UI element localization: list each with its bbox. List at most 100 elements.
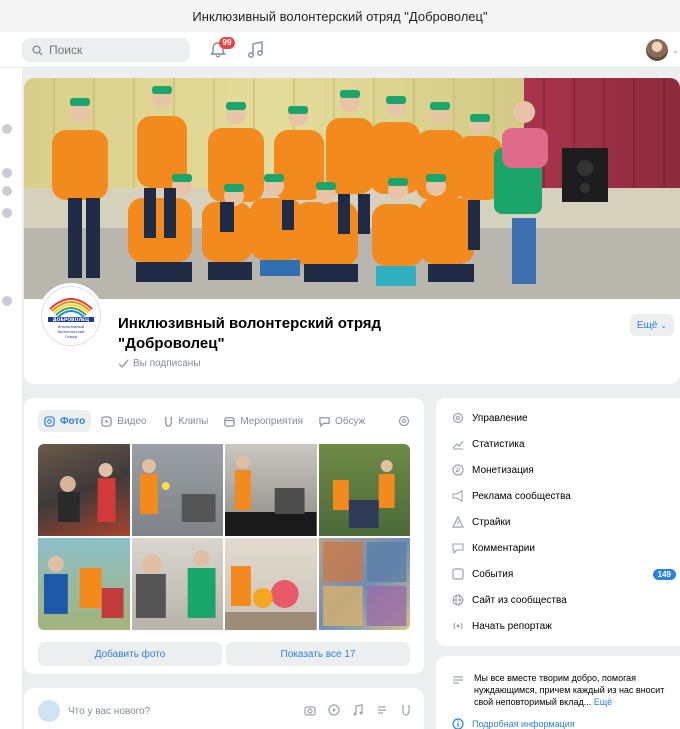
- tab-label: Обсуж: [335, 415, 366, 427]
- more-button[interactable]: Ещё ⌄: [630, 314, 674, 336]
- menu-item-events[interactable]: События 149: [452, 566, 676, 582]
- video-icon: [101, 415, 112, 427]
- comment-icon: [452, 543, 464, 554]
- details-link[interactable]: Подробная информация: [452, 718, 575, 729]
- video-icon[interactable]: [328, 704, 340, 716]
- menu-item-label: Комментарии: [472, 542, 535, 554]
- left-edge: [0, 68, 22, 729]
- stats-icon: [452, 440, 464, 450]
- new-post-card: Что у вас нового?: [24, 688, 424, 729]
- new-post-input[interactable]: Что у вас нового?: [68, 706, 150, 717]
- coin-icon: ₽: [452, 464, 464, 476]
- edge-dot: [2, 168, 12, 178]
- subscribed-label: Вы подписаны: [133, 358, 201, 369]
- edge-dot: [2, 296, 12, 306]
- photo-grid: [38, 444, 410, 630]
- logo-line: Волонтерский: [58, 330, 86, 334]
- top-header: 99 ⌄: [0, 32, 680, 68]
- about-more-link[interactable]: Ещё: [594, 697, 612, 707]
- clips-icon: [164, 416, 172, 427]
- tab-events[interactable]: Мероприятия: [218, 410, 309, 432]
- events-count-badge: 149: [652, 568, 676, 580]
- menu-item-ads[interactable]: Реклама сообщества: [452, 488, 676, 504]
- menu-item-label: Сайт из сообщества: [472, 594, 567, 606]
- camera-icon[interactable]: [304, 704, 316, 716]
- tab-discussions[interactable]: Обсуж: [313, 410, 371, 432]
- menu-item-label: Реклама сообщества: [472, 490, 571, 502]
- warning-icon: [452, 516, 464, 528]
- edge-dot: [2, 124, 12, 134]
- menu-item-site[interactable]: Сайт из сообщества: [452, 592, 676, 608]
- photo-thumb[interactable]: [38, 538, 130, 630]
- photo-thumb[interactable]: [225, 444, 317, 536]
- info-icon: [452, 718, 464, 729]
- photo-thumb[interactable]: [318, 538, 410, 630]
- edge-dot: [2, 208, 12, 218]
- tab-label: Клипы: [178, 415, 209, 427]
- menu-item-manage[interactable]: Управление: [452, 410, 676, 426]
- music-icon[interactable]: [247, 40, 265, 60]
- chevron-down-icon[interactable]: ⌄: [672, 46, 679, 55]
- logo-line: Отряд: [65, 335, 77, 339]
- events-icon: [452, 568, 464, 580]
- group-header-card: ДОБРОВОЛЕЦ Инклюзивный Волонтерский Отряд И…: [24, 78, 680, 384]
- photo-thumb[interactable]: [131, 538, 223, 630]
- logo-rainbow-icon: ДОБРОВОЛЕЦ ИнклюзивныйВолонтерскийОтряд: [48, 298, 94, 339]
- search-icon: [32, 44, 43, 56]
- menu-item-label: Монетизация: [472, 464, 534, 476]
- clips-icon[interactable]: [400, 704, 412, 716]
- group-name: Инклюзивный волонтерский отряд "Добровол…: [118, 315, 382, 352]
- menu-item-label: Управление: [472, 412, 528, 424]
- search-box[interactable]: [22, 38, 190, 62]
- add-photo-button[interactable]: Добавить фото: [38, 642, 222, 666]
- tab-clips[interactable]: Клипы: [157, 410, 215, 432]
- subscription-status[interactable]: Вы подписаны: [118, 358, 201, 369]
- more-button-label: Ещё: [636, 319, 658, 331]
- megaphone-icon: [452, 490, 463, 502]
- window-title: Инклюзивный волонтерский отряд "Добровол…: [0, 0, 680, 32]
- show-all-photos-button[interactable]: Показать все 17: [226, 642, 410, 666]
- globe-icon: [452, 594, 464, 606]
- check-icon: [118, 359, 129, 368]
- menu-item-monetization[interactable]: ₽ Монетизация: [452, 462, 676, 478]
- avatar: [38, 700, 60, 722]
- media-card: Фото Видео Клипы Мероприятия Обсуж Добав…: [24, 398, 424, 674]
- photo-icon: [44, 415, 55, 427]
- calendar-icon: [224, 416, 236, 427]
- description-icon: [453, 676, 463, 684]
- logo-title: ДОБРОВОЛЕЦ: [53, 317, 90, 323]
- tab-photos[interactable]: Фото: [38, 410, 92, 432]
- article-icon[interactable]: [376, 704, 388, 716]
- menu-item-label: Статистика: [472, 438, 525, 450]
- tab-label: Фото: [60, 415, 86, 427]
- chevron-down-icon: ⌄: [660, 320, 668, 330]
- menu-item-strikes[interactable]: Страйки: [452, 514, 676, 530]
- about-text: Мы все вместе творим добро, помогая нужд…: [474, 673, 665, 707]
- search-input[interactable]: [49, 43, 169, 57]
- avatar[interactable]: [646, 39, 668, 61]
- photo-thumb[interactable]: [131, 444, 223, 536]
- tab-label: Видео: [117, 415, 147, 427]
- menu-item-stats[interactable]: Статистика: [452, 436, 676, 452]
- menu-item-label: Страйки: [472, 516, 511, 528]
- music-icon[interactable]: [352, 704, 364, 716]
- menu-item-broadcast[interactable]: Начать репортаж: [452, 618, 676, 634]
- tab-video[interactable]: Видео: [95, 410, 152, 432]
- details-link-label: Подробная информация: [472, 719, 575, 729]
- photo-thumb[interactable]: [38, 444, 130, 536]
- menu-item-label: События: [472, 568, 514, 580]
- menu-item-label: Начать репортаж: [472, 620, 552, 632]
- media-tabs: Фото Видео Клипы Мероприятия Обсуж: [38, 410, 371, 432]
- discussion-icon: [319, 416, 330, 427]
- broadcast-icon: [453, 622, 463, 630]
- logo-line: Инклюзивный: [58, 325, 85, 329]
- edge-dot: [2, 186, 12, 196]
- gear-icon[interactable]: [398, 415, 410, 427]
- menu-item-comments[interactable]: Комментарии: [452, 540, 676, 556]
- notifications-badge: 99: [219, 37, 235, 49]
- photo-thumb[interactable]: [318, 444, 410, 536]
- tab-label: Мероприятия: [240, 415, 304, 427]
- gear-icon: [452, 412, 464, 424]
- photo-thumb[interactable]: [225, 538, 317, 630]
- group-logo[interactable]: ДОБРОВОЛЕЦ Инклюзивный Волонтерский Отряд: [38, 283, 104, 349]
